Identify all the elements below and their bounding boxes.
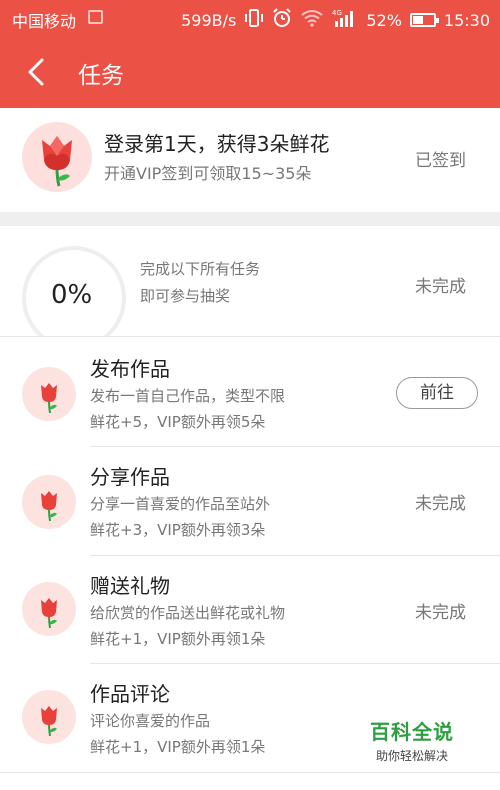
status-bar: 中国移动 599B/s 4G 52% 15:30 <box>0 0 500 36</box>
network-speed: 599B/s <box>181 10 237 30</box>
task-share: 分享作品 分享一首喜爱的作品至站外 鲜花+3，VIP额外再领3朵 未完成 <box>0 447 500 555</box>
task-desc: 评论你喜爱的作品 <box>90 712 211 730</box>
vibrate-icon <box>244 9 264 31</box>
chevron-left-icon <box>28 58 44 86</box>
lottery-status: 未完成 <box>415 277 466 297</box>
progress-percent: 0% <box>51 280 93 310</box>
lottery-desc-line1: 完成以下所有任务 <box>140 260 261 278</box>
task-desc: 分享一首喜爱的作品至站外 <box>90 495 271 513</box>
task-status: 未完成 <box>415 494 466 514</box>
task-reward: 鲜花+3，VIP额外再领3朵 <box>90 521 266 539</box>
task-reward: 鲜花+1，VIP额外再领1朵 <box>90 738 266 756</box>
divider <box>0 772 500 773</box>
rose-icon <box>22 582 76 636</box>
lottery-desc-line2: 即可参与抽奖 <box>140 287 231 305</box>
carrier-name: 中国移动 <box>12 12 77 31</box>
rose-icon <box>22 690 76 744</box>
go-button[interactable]: 前往 <box>396 377 478 409</box>
lottery-progress-card: 0% 完成以下所有任务 即可参与抽奖 未完成 <box>0 226 500 350</box>
task-gift: 赠送礼物 给欣赏的作品送出鲜花或礼物 鲜花+1，VIP额外再领1朵 未完成 <box>0 556 500 664</box>
task-desc: 给欣赏的作品送出鲜花或礼物 <box>90 604 286 622</box>
sign-in-status: 已签到 <box>415 151 466 171</box>
rose-icon <box>22 367 76 421</box>
page-title: 任务 <box>78 63 124 89</box>
signal-4g-icon: 4G <box>332 8 358 32</box>
battery-percent: 52% <box>366 10 402 30</box>
wifi-icon <box>300 9 324 31</box>
watermark-title: 百科全说 <box>370 720 454 744</box>
task-name: 作品评论 <box>90 682 170 706</box>
task-name: 分享作品 <box>90 465 170 489</box>
task-status: 未完成 <box>415 603 466 623</box>
battery-icon <box>409 13 439 27</box>
task-name: 发布作品 <box>90 357 170 381</box>
task-reward: 鲜花+1，VIP额外再领1朵 <box>90 630 266 648</box>
svg-text:4G: 4G <box>332 9 342 17</box>
sign-in-card: 登录第1天，获得3朵鲜花 开通VIP签到可领取15~35朵 已签到 <box>0 108 500 212</box>
sign-in-title: 登录第1天，获得3朵鲜花 <box>104 132 330 156</box>
task-desc: 发布一首自己作品，类型不限 <box>90 387 286 405</box>
watermark: 百科全说 助你轻松解决 <box>360 716 464 764</box>
rose-icon <box>22 122 92 192</box>
alarm-icon <box>272 8 292 32</box>
sign-in-subtitle: 开通VIP签到可领取15~35朵 <box>104 164 312 183</box>
sim-icon <box>88 10 103 24</box>
back-button[interactable] <box>24 54 54 90</box>
rose-icon <box>22 475 76 529</box>
task-publish: 发布作品 发布一首自己作品，类型不限 鲜花+5，VIP额外再领5朵 前往 <box>0 337 500 445</box>
task-name: 赠送礼物 <box>90 574 170 598</box>
section-gap <box>0 212 500 226</box>
status-right: 599B/s 4G 52% 15:30 <box>181 8 490 32</box>
task-reward: 鲜花+5，VIP额外再领5朵 <box>90 413 266 431</box>
header: 任务 <box>0 36 500 108</box>
clock: 15:30 <box>443 10 490 30</box>
battery-level-fill <box>412 16 423 24</box>
watermark-tagline: 助你轻松解决 <box>375 749 448 763</box>
